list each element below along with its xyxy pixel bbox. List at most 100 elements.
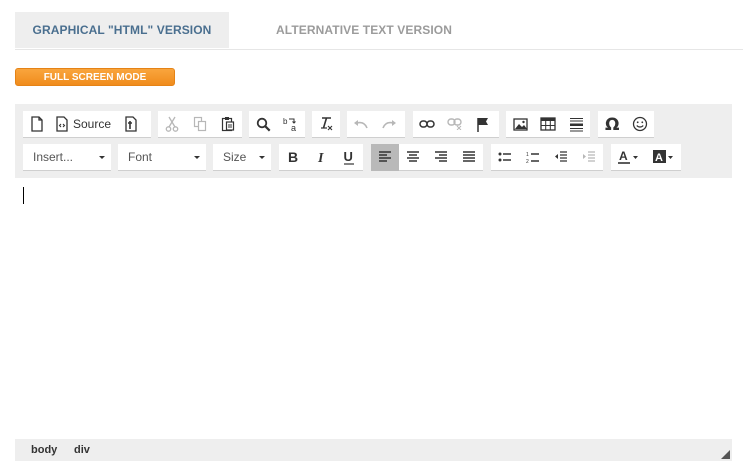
link-group [413,111,499,138]
copy-icon [193,116,207,132]
replace-icon: ba [283,116,299,132]
italic-button[interactable]: I [307,144,335,170]
special-character-button[interactable]: Ω [598,111,626,137]
decrease-indent-button[interactable] [547,144,575,170]
templates-button[interactable] [117,111,145,137]
align-center-icon [406,151,420,163]
svg-text:I: I [317,151,324,164]
chevron-down-icon [194,156,200,159]
alignment-group [371,143,483,171]
editor-content-area[interactable] [15,178,732,438]
table-button[interactable] [534,111,562,137]
svg-text:Ω: Ω [605,116,619,132]
full-screen-mode-button[interactable]: FULL SCREEN MODE [15,68,175,86]
new-page-button[interactable] [23,111,51,137]
list-indent-group: 12 [491,144,603,171]
text-color-icon: A [617,150,640,164]
replace-button[interactable]: ba [277,111,305,137]
image-button[interactable] [506,111,534,137]
remove-format-button[interactable] [312,111,340,137]
text-caret [23,187,24,204]
image-icon [512,117,528,131]
unlink-button[interactable] [441,111,469,137]
link-button[interactable] [413,111,441,137]
insert-dropdown-label: Insert... [33,150,74,164]
background-color-button[interactable]: A [646,144,681,170]
underline-icon: U [343,150,355,165]
remove-format-icon [318,116,334,132]
copy-button[interactable] [186,111,214,137]
paste-icon [221,116,235,132]
font-dropdown[interactable]: Font [118,144,206,171]
background-color-icon: A [652,150,675,164]
underline-button[interactable]: U [335,144,363,170]
source-button[interactable]: Source [51,111,117,137]
svg-text:a: a [291,123,296,132]
table-icon [540,117,556,131]
chevron-down-icon [99,156,105,159]
document-group: Source [23,111,151,138]
align-left-button[interactable] [371,143,399,171]
cut-icon [165,116,179,132]
resize-handle-icon[interactable] [721,450,730,459]
editor-toolbar: Source b a Ω Insert... Font Size B I U 1… [15,104,732,178]
smiley-icon [632,116,648,132]
horizontal-line-button[interactable] [562,111,590,137]
svg-text:U: U [344,150,353,164]
horizontal-line-icon [569,117,584,132]
anchor-button[interactable] [469,111,497,137]
unlink-icon [447,118,463,130]
svg-text:A: A [655,152,663,164]
basic-styles-group: B I U [279,144,363,171]
increase-indent-button[interactable] [575,144,603,170]
clipboard-group [158,111,242,138]
italic-icon: I [315,150,327,164]
insert-dropdown[interactable]: Insert... [23,144,111,171]
bulleted-list-button[interactable] [491,144,519,170]
link-icon [419,119,435,129]
justify-button[interactable] [455,144,483,170]
path-item-div[interactable]: div [74,439,90,461]
find-button[interactable] [249,111,277,137]
text-color-button[interactable]: A [611,144,646,170]
svg-text:b: b [283,117,288,126]
flag-icon [476,117,490,132]
source-label: Source [73,117,112,131]
new-page-icon [30,116,44,132]
element-path-bar: body div [15,439,732,461]
tab-graphical-html[interactable]: GRAPHICAL "HTML" VERSION [15,12,229,48]
undo-icon [353,118,369,130]
undo-button[interactable] [347,111,375,137]
smiley-button[interactable] [626,111,654,137]
outdent-icon [554,151,568,163]
cut-button[interactable] [158,111,186,137]
history-group [347,111,405,138]
size-dropdown-label: Size [223,150,247,164]
bold-icon: B [287,150,299,164]
insert-group [506,111,590,138]
version-tabs: GRAPHICAL "HTML" VERSION ALTERNATIVE TEX… [15,12,743,50]
find-group: ba [249,111,305,138]
symbols-group: Ω [598,111,654,138]
size-dropdown[interactable]: Size [213,144,271,171]
path-item-body[interactable]: body [31,439,57,461]
bold-button[interactable]: B [279,144,307,170]
format-group [312,111,340,138]
templates-icon [124,116,138,132]
bulleted-list-icon [498,151,512,163]
font-dropdown-label: Font [128,150,153,164]
paste-button[interactable] [214,111,242,137]
indent-icon [582,151,596,163]
svg-text:2: 2 [526,159,529,164]
align-left-icon [378,151,392,163]
omega-icon: Ω [604,116,620,132]
numbered-list-button[interactable]: 12 [519,144,547,170]
svg-text:A: A [619,150,628,163]
svg-text:1: 1 [526,152,529,158]
tab-alternative-text[interactable]: ALTERNATIVE TEXT VERSION [229,12,499,48]
svg-text:B: B [288,150,298,164]
align-center-button[interactable] [399,144,427,170]
redo-button[interactable] [375,111,403,137]
numbered-list-icon: 12 [526,151,540,164]
align-right-button[interactable] [427,144,455,170]
